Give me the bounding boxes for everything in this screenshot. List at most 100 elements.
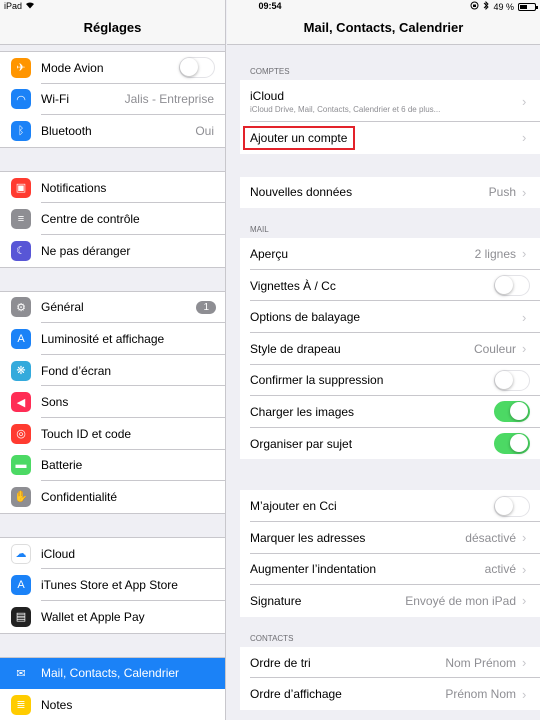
setting-toggle[interactable] [494,495,530,517]
sidebar-item[interactable]: ❋ Fond d’écran [0,355,225,387]
new-data-row[interactable]: Nouvelles données Push › [240,177,540,209]
sidebar-item[interactable]: ≣ Notes [0,689,225,720]
sidebar-item-label: Mode Avion [41,60,104,75]
row-label: Confirmer la suppression [250,373,384,388]
sidebar-item-label: Touch ID et code [41,426,132,441]
settings-row[interactable]: Charger les images [240,396,540,428]
sidebar-item-label: Notes [41,697,73,712]
sidebar-item[interactable]: ▬ Batterie [0,450,225,482]
sidebar-item-label: Wi-Fi [41,92,69,107]
sidebar-item[interactable]: ⚙ Général 1 [0,292,225,324]
settings-list: ✈ Mode Avion ◠ Wi-Fi Jalis - Entreprise ᛒ Blue… [0,45,225,720]
row-label: Augmenter l’indentation [250,562,377,577]
sidebar-item-label: iTunes Store et App Store [41,578,178,593]
sidebar-item[interactable]: ◠ Wi-Fi Jalis - Entreprise [0,84,225,116]
settings-row[interactable]: M’ajouter en Cci [240,490,540,522]
app-store-icon: A [11,575,31,596]
sidebar-item[interactable]: AiTunes Store et App Store [0,569,225,601]
speaker-icon: ◀ [11,392,31,413]
airplane-mode-toggle[interactable] [179,57,215,79]
accounts-group: iCloud iCloud Drive, Mail, Contacts, Cal… [240,80,540,154]
battery-indicator [518,2,538,11]
sidebar-item[interactable]: A Luminosité et affichage [0,323,225,355]
row-value: Couleur [473,341,516,356]
row-label: Charger les images [250,404,355,419]
sidebar-item[interactable]: ◎ Touch ID et code [0,418,225,450]
settings-group: ▣ Notifications ≡ Centre de contrôle ☾ Ne pas… [0,170,225,268]
sidebar-item-value: Oui [195,123,214,138]
setting-toggle[interactable] [494,275,530,297]
chevron-right-icon: › [522,655,527,671]
sidebar-item[interactable]: ✈ Mode Avion [0,52,225,84]
sidebar-item[interactable]: ▣ Notifications [0,172,225,204]
icloud-account-row[interactable]: iCloud iCloud Drive, Mail, Contacts, Cal… [240,80,540,122]
sidebar-item-value: Jalis - Entreprise [124,92,214,107]
moon-icon: ☾ [11,240,31,261]
settings-row[interactable]: Options de balayage › [240,301,540,333]
sidebar-item[interactable]: ✋ Confidentialité [0,481,225,513]
brightness-icon: A [11,328,31,349]
settings-row[interactable]: Vignettes À / Cc [240,270,540,302]
row-label: Ordre d’affichage [250,687,342,702]
sidebar-item-label: Notifications [41,180,107,195]
row-value: Envoyé de mon iPad [405,593,516,608]
sidebar-item-label: Luminosité et affichage [41,331,165,346]
chevron-right-icon: › [522,593,527,609]
settings-row[interactable]: Signature Envoyé de mon iPad › [240,585,540,617]
wifi-icon: ◠ [11,89,31,110]
settings-row[interactable]: Confirmer la suppression [240,365,540,397]
setting-toggle[interactable] [494,369,530,391]
sidebar-item[interactable]: ☾ Ne pas déranger [0,235,225,267]
cloud-icon: ☁ [11,543,31,564]
add-account-row[interactable]: Ajouter un compte › [240,122,540,154]
section-header-comptes: COMPTES [250,67,290,76]
sidebar-item-label: Fond d’écran [41,363,112,378]
row-label: Options de balayage [250,310,361,325]
settings-row[interactable]: Aperçu 2 lignes › [240,238,540,270]
sidebar-item-label: Mail, Contacts, Calendrier [41,666,180,681]
sidebar-item[interactable]: ☁ iCloud [0,538,225,570]
row-label: Organiser par sujet [250,436,353,451]
sidebar-item[interactable]: ≡ Centre de contrôle [0,203,225,235]
update-badge: 1 [196,300,216,314]
clock: 09:54 [258,1,282,11]
row-label: Aperçu [250,246,289,261]
sidebar-item[interactable]: ▤ Wallet et Apple Pay [0,601,225,633]
settings-row[interactable]: Ordre d’affichage Prénom Nom › [240,678,540,710]
sidebar-item-label: Général [41,300,84,315]
setting-toggle[interactable] [494,401,530,423]
battery-icon: ▬ [11,455,31,476]
sidebar-item-label: Batterie [41,458,83,473]
status-bar: iPad 09:54 49 % [0,0,540,14]
row-value: désactivé [465,530,516,545]
setting-toggle[interactable] [494,433,530,455]
sidebar-item-label: Sons [41,395,69,410]
new-data-label: Nouvelles données [250,185,353,200]
bluetooth-icon: ᛒ [11,120,31,141]
sidebar-item-label: Wallet et Apple Pay [41,609,145,624]
settings-row[interactable]: Organiser par sujet [240,428,540,460]
chevron-right-icon: › [522,246,527,262]
status-right: 49 % [470,0,538,12]
gear-icon: ⚙ [11,297,31,318]
toggle-knob [510,434,528,453]
settings-row[interactable]: Style de drapeau Couleur › [240,333,540,365]
sidebar-item[interactable]: ✉ Mail, Contacts, Calendrier [0,657,225,690]
sidebar-item-label: Bluetooth [41,123,92,138]
toggle-knob [495,496,513,515]
airplane-icon: ✈ [11,57,31,78]
sidebar-item[interactable]: ◀ Sons [0,386,225,418]
settings-row[interactable]: Augmenter l’indentation activé › [240,554,540,586]
toggle-knob [495,276,513,295]
mail-group: Aperçu 2 lignes › Vignettes À / Cc Options d… [240,238,540,460]
orientation-lock-icon [470,1,479,12]
chevron-right-icon: › [522,530,527,546]
settings-row[interactable]: Ordre de tri Nom Prénom › [240,647,540,679]
notifications-icon: ▣ [11,177,31,198]
settings-row[interactable]: Marquer les adresses désactivé › [240,522,540,554]
settings-group: ✈ Mode Avion ◠ Wi-Fi Jalis - Entreprise ᛒ Blue… [0,51,225,148]
wallet-icon: ▤ [11,606,31,627]
battery-percent: 49 % [493,1,514,12]
new-data-value: Push [488,185,516,200]
sidebar-item[interactable]: ᛒ Bluetooth Oui [0,115,225,147]
